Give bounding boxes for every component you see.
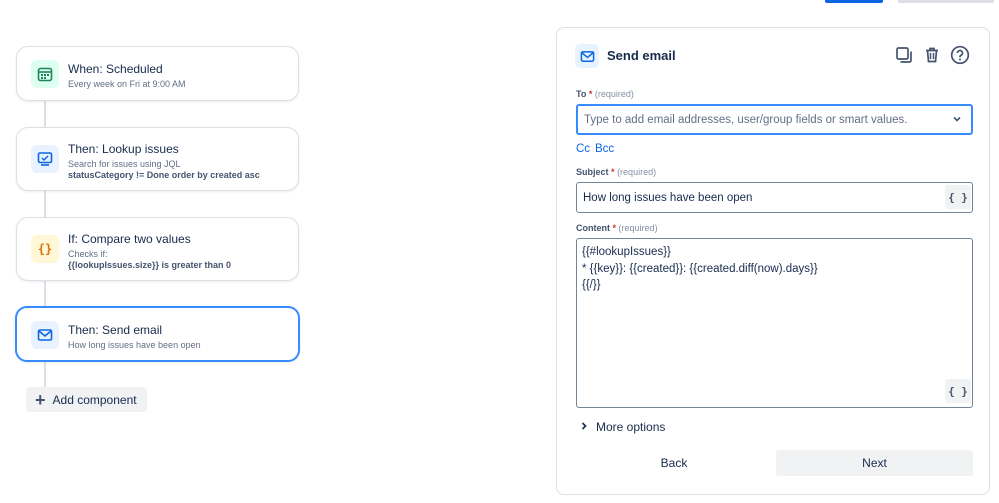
next-button[interactable]: Next (776, 450, 973, 476)
node-condition: {{lookupIssues.size}} is greater than 0 (68, 260, 232, 270)
flow-node-trigger[interactable]: When: Scheduled Every week on Fri at 9:0… (16, 46, 299, 101)
node-title: If: Compare two values (68, 232, 191, 246)
flow-node-compare[interactable]: {} If: Compare two values Checks if: {{l… (16, 217, 299, 281)
flow-node-send-email[interactable]: Then: Send email How long issues have be… (15, 306, 300, 362)
flow-connector (44, 362, 46, 387)
component-config-panel: Send email To * (required) Type to add e… (556, 27, 990, 495)
subject-field[interactable]: How long issues have been open (576, 182, 973, 213)
flow-connector (44, 101, 46, 127)
duplicate-icon[interactable] (893, 44, 915, 66)
to-placeholder: Type to add email addresses, user/group … (584, 113, 908, 126)
plus-icon: + (35, 389, 46, 410)
node-jql: statusCategory != Done order by created … (68, 170, 260, 180)
chevron-down-icon[interactable] (951, 113, 963, 128)
braces-icon: {} (31, 235, 59, 263)
content-line: {{/}} (582, 279, 601, 291)
add-component-button[interactable]: + Add component (26, 387, 147, 412)
node-title: Then: Lookup issues (68, 142, 179, 156)
trash-icon[interactable] (921, 44, 943, 66)
flow-connector (44, 191, 46, 217)
subject-label: Subject * (required) (576, 167, 657, 177)
content-line: {{#lookupIssues}} (582, 246, 671, 258)
content-smart-values-button[interactable]: { } (945, 379, 971, 403)
mail-icon (31, 321, 59, 349)
flow-node-lookup-issues[interactable]: Then: Lookup issues Search for issues us… (16, 127, 299, 191)
help-icon[interactable] (949, 44, 971, 66)
subject-smart-values-button[interactable]: { } (945, 185, 971, 209)
bcc-link[interactable]: Bcc (595, 143, 614, 155)
panel-title: Send email (607, 48, 676, 63)
content-line: * {{key}}: {{created}}: {{created.diff(n… (582, 262, 818, 275)
top-tab-indicator-active[interactable] (825, 0, 883, 3)
node-subtitle: Checks if: (68, 249, 108, 259)
add-component-label: Add component (52, 392, 137, 407)
mail-icon (575, 44, 599, 68)
flow-connector (44, 281, 46, 307)
monitor-icon (31, 145, 59, 173)
to-field[interactable]: Type to add email addresses, user/group … (576, 104, 973, 135)
more-options-label: More options (596, 420, 666, 434)
panel-actions (893, 44, 971, 66)
node-subtitle: Search for issues using JQL (68, 159, 181, 169)
subject-value: How long issues have been open (583, 191, 753, 204)
node-subtitle: Every week on Fri at 9:00 AM (68, 79, 186, 89)
top-tab-indicator[interactable] (898, 0, 994, 3)
cc-link[interactable]: Cc (576, 143, 590, 155)
content-label: Content * (required) (576, 223, 658, 233)
calendar-icon (31, 60, 59, 88)
node-subtitle: How long issues have been open (68, 340, 201, 350)
node-title: Then: Send email (68, 323, 163, 337)
to-label: To * (required) (576, 89, 634, 99)
more-options-toggle[interactable]: More options (579, 420, 665, 434)
node-title: When: Scheduled (68, 62, 163, 76)
content-field[interactable]: {{#lookupIssues}} * {{key}}: {{created}}… (576, 238, 973, 408)
back-button[interactable]: Back (620, 450, 728, 476)
chevron-right-icon (579, 421, 589, 434)
